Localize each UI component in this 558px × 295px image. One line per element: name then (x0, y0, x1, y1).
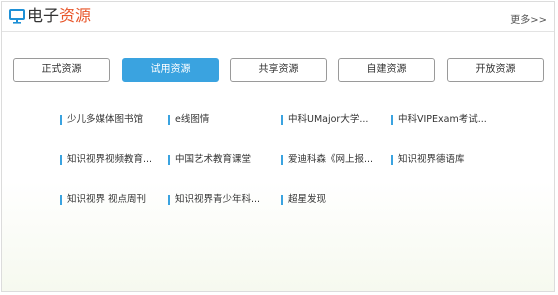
resource-link[interactable]: 爱迪科森《网上报... (281, 154, 373, 166)
tab-trial-resources[interactable]: 试用资源 (122, 58, 219, 82)
tab-open-resources[interactable]: 开放资源 (447, 58, 544, 82)
resource-link-grid: 少儿多媒体图书馆 e线图情 中科UMajor大学... 中科VIPExam考试.… (60, 114, 540, 214)
tab-shared-resources[interactable]: 共享资源 (230, 58, 327, 82)
resource-link-label: 超星发现 (288, 194, 327, 205)
resource-link[interactable]: 知识视界视频教育... (60, 154, 152, 166)
link-marker (168, 115, 170, 125)
resource-link[interactable]: 知识视界 视点周刊 (60, 194, 146, 206)
link-marker (60, 115, 62, 125)
link-marker (168, 195, 170, 205)
more-link[interactable]: 更多>> (510, 11, 547, 26)
panel-title: 电子资源 (27, 7, 91, 25)
resource-tabs: 正式资源 试用资源 共享资源 自建资源 开放资源 (13, 58, 545, 82)
resource-link[interactable]: 超星发现 (281, 194, 326, 206)
link-marker (60, 155, 62, 165)
electronic-resources-panel: 电子资源 更多>> 正式资源 试用资源 共享资源 自建资源 开放资源 少儿多媒体… (1, 1, 555, 292)
resource-link-label: 少儿多媒体图书馆 (67, 114, 144, 125)
link-marker (281, 195, 283, 205)
link-marker (60, 195, 62, 205)
resource-link[interactable]: 少儿多媒体图书馆 (60, 114, 143, 126)
resource-link-label: 爱迪科森《网上报... (288, 154, 374, 165)
resource-link-label: 知识视界 视点周刊 (67, 194, 147, 205)
resource-link[interactable]: 中科UMajor大学... (281, 114, 368, 126)
link-marker (168, 155, 170, 165)
link-marker (281, 155, 283, 165)
resource-link-label: 中科VIPExam考试... (398, 114, 487, 125)
resource-link-label: 知识视界视频教育... (67, 154, 153, 165)
resource-link-label: 知识视界青少年科... (175, 194, 261, 205)
panel-header: 电子资源 更多>> (2, 2, 554, 32)
resource-link[interactable]: 知识视界德语库 (391, 154, 465, 166)
resource-link-label: 知识视界德语库 (398, 154, 465, 165)
resource-link-label: e线图情 (175, 114, 210, 125)
title-part-2: 资源 (59, 6, 92, 25)
title-part-1: 电子 (27, 6, 60, 25)
link-marker (391, 115, 393, 125)
resource-link-label: 中科UMajor大学... (288, 114, 369, 125)
tab-formal-resources[interactable]: 正式资源 (13, 58, 110, 82)
resource-link[interactable]: 中科VIPExam考试... (391, 114, 487, 126)
link-marker (391, 155, 393, 165)
resource-link-label: 中国艺术教育课堂 (175, 154, 252, 165)
monitor-icon (9, 9, 25, 24)
resource-link[interactable]: e线图情 (168, 114, 209, 126)
tab-self-built-resources[interactable]: 自建资源 (338, 58, 435, 82)
resource-link[interactable]: 中国艺术教育课堂 (168, 154, 251, 166)
resource-link[interactable]: 知识视界青少年科... (168, 194, 260, 206)
link-marker (281, 115, 283, 125)
